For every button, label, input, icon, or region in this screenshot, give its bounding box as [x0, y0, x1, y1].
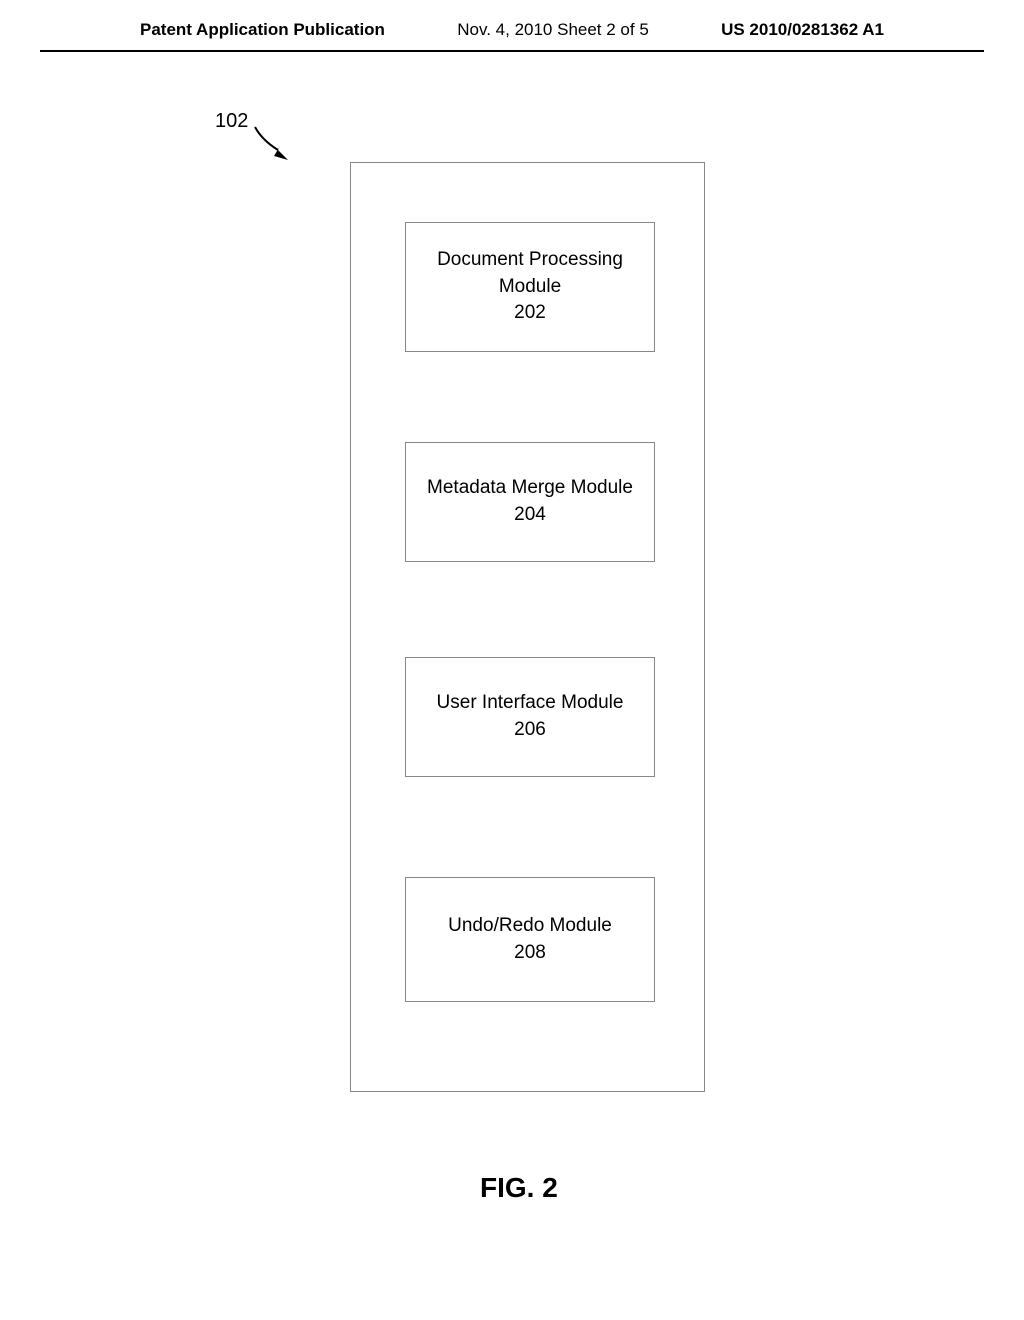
module-title-2: Metadata Merge Module [427, 475, 633, 502]
module-title-4: Undo/Redo Module [448, 913, 612, 940]
header-left-text: Patent Application Publication [140, 20, 385, 40]
module-title-1: Document Processing Module [406, 247, 654, 300]
module-title-3: User Interface Module [437, 690, 624, 717]
reference-number: 102 [215, 110, 248, 133]
module-box-4: Undo/Redo Module 208 [405, 877, 655, 1002]
module-num-1: 202 [514, 300, 546, 327]
module-num-3: 206 [514, 717, 546, 744]
module-num-2: 204 [514, 502, 546, 529]
module-box-2: Metadata Merge Module 204 [405, 442, 655, 562]
module-box-1: Document Processing Module 202 [405, 222, 655, 352]
module-box-3: User Interface Module 206 [405, 657, 655, 777]
header-center-text: Nov. 4, 2010 Sheet 2 of 5 [457, 20, 649, 40]
header-right-text: US 2010/0281362 A1 [721, 20, 884, 40]
page-header: Patent Application Publication Nov. 4, 2… [40, 0, 984, 52]
figure-label: FIG. 2 [480, 1172, 558, 1204]
arrow-pointer-icon [250, 122, 310, 172]
module-num-4: 208 [514, 940, 546, 967]
